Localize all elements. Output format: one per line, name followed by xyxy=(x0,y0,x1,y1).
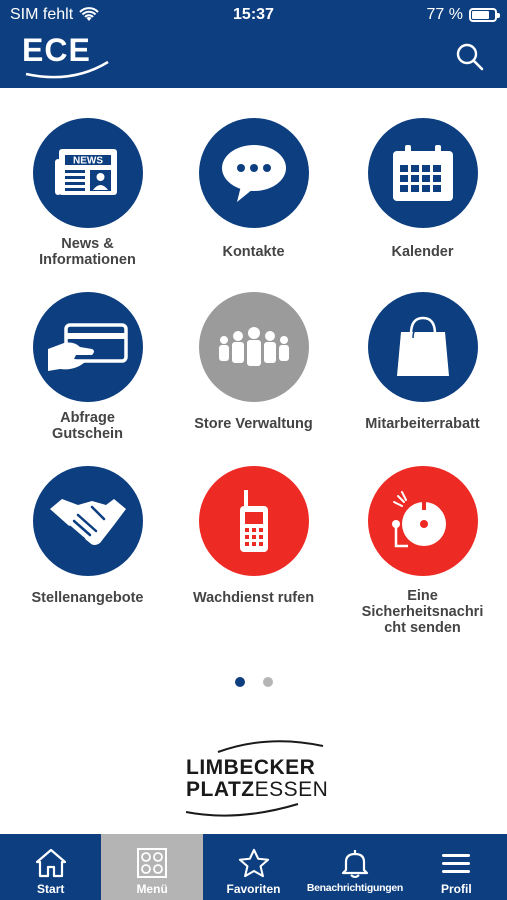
menu-item-label: Stellenangebote xyxy=(31,590,144,606)
people-group-icon xyxy=(218,327,289,366)
menu-item-label: Store Verwaltung xyxy=(194,416,313,432)
status-bar: SIM fehlt 15:37 77 % xyxy=(0,0,507,30)
menu-item-label: Eine Sicherheitsnachri cht senden xyxy=(361,588,484,636)
logo-swoosh xyxy=(25,60,109,79)
bottom-tab-bar: Start Menü Favoriten Benachrichtigungen … xyxy=(0,834,507,900)
tab-label: Profil xyxy=(440,882,472,896)
home-icon xyxy=(35,848,66,878)
tab-start[interactable]: Start xyxy=(0,834,101,900)
battery-level xyxy=(472,11,489,19)
menu-item-label: Wachdienst rufen xyxy=(192,590,315,606)
menu-item-label: Abfrage Gutschein xyxy=(52,410,123,442)
ece-logo: ECE xyxy=(22,32,112,82)
card-hand-icon xyxy=(47,323,128,371)
page-dot-2[interactable] xyxy=(262,677,273,687)
tab-label: Start xyxy=(37,882,65,896)
tab-benachrichtigungen[interactable]: Benachrichtigungen xyxy=(304,834,405,900)
tab-label: Menü xyxy=(136,882,168,896)
star-icon xyxy=(238,848,269,878)
menu-item-kontakte[interactable]: Kontakte xyxy=(169,118,338,288)
menu-item-wachdienst[interactable]: Wachdienst rufen xyxy=(169,466,338,636)
tab-favoriten[interactable]: Favoriten xyxy=(203,834,304,900)
hamburger-icon xyxy=(442,854,471,873)
tab-menu[interactable]: Menü xyxy=(101,834,203,900)
news-icon: NEWS xyxy=(54,149,117,195)
battery-percent: 77 % xyxy=(426,6,463,23)
battery-icon xyxy=(469,8,500,22)
menu-item-gutschein[interactable]: Abfrage Gutschein xyxy=(3,292,172,462)
page-indicator[interactable] xyxy=(0,677,507,687)
menu-item-mitarbeiterrabatt[interactable]: Mitarbeiterrabatt xyxy=(338,292,507,462)
handshake-icon xyxy=(49,499,126,545)
menu-item-news[interactable]: NEWS News & Informationen xyxy=(3,118,172,288)
menu-item-label: Kalender xyxy=(391,244,454,260)
search-icon xyxy=(456,43,484,71)
menu-item-label: News & Informationen xyxy=(39,236,136,268)
alarm-bell-icon xyxy=(391,491,446,548)
bell-icon xyxy=(341,850,369,878)
tab-label: Benachrichtigungen xyxy=(306,882,403,894)
chat-bubble-icon xyxy=(221,145,286,202)
limbecker-platz-logo: LIMBECKER PLATZESSEN xyxy=(178,738,338,818)
tab-label: Favoriten xyxy=(226,882,281,896)
menu-item-sicherheitsnachricht[interactable]: Eine Sicherheitsnachri cht senden xyxy=(338,466,507,636)
calendar-icon xyxy=(392,145,453,201)
brand-line-1: LIMBECKER xyxy=(186,756,316,779)
search-button[interactable] xyxy=(455,42,485,72)
app-header: SIM fehlt 15:37 77 % ECE xyxy=(0,0,507,88)
svg-text:NEWS: NEWS xyxy=(73,156,103,167)
grid-icon xyxy=(137,848,168,878)
walkie-talkie-icon xyxy=(239,490,268,552)
menu-item-kalender[interactable]: Kalender xyxy=(338,118,507,288)
page-dot-1[interactable] xyxy=(234,677,245,687)
brand-line-2: PLATZESSEN xyxy=(186,778,329,801)
shopping-bag-icon xyxy=(396,316,449,376)
menu-item-store-verwaltung[interactable]: Store Verwaltung xyxy=(169,292,338,462)
menu-item-label: Kontakte xyxy=(222,244,285,260)
tab-profil[interactable]: Profil xyxy=(406,834,507,900)
menu-item-stellenangebote[interactable]: Stellenangebote xyxy=(3,466,172,636)
menu-item-label: Mitarbeiterrabatt xyxy=(365,416,480,432)
